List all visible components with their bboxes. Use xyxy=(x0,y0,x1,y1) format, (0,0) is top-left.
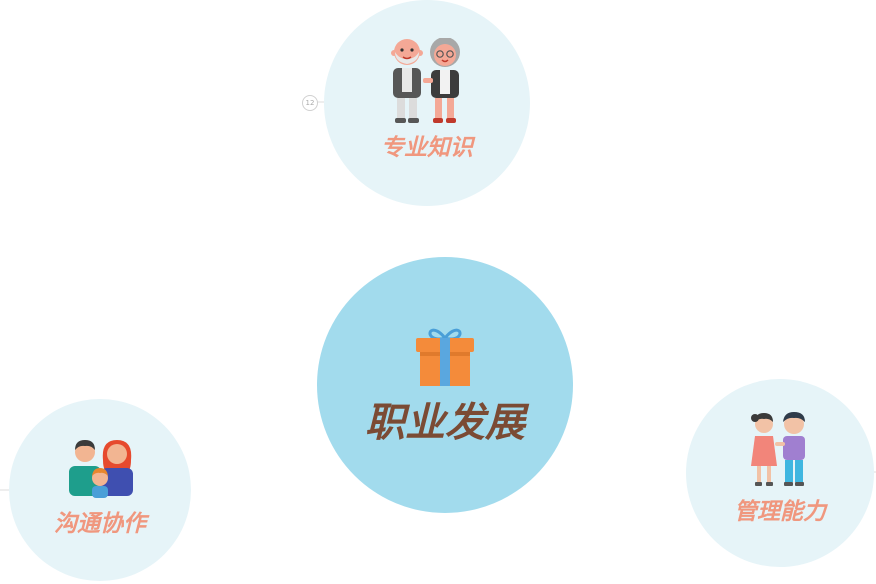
node-career-development[interactable]: 职业发展 xyxy=(317,257,573,513)
node-label: 管理能力 xyxy=(734,499,826,525)
center-title: 职业发展 xyxy=(365,400,525,446)
node-professional-knowledge[interactable]: 专业知识 xyxy=(324,0,530,206)
elderly-couple-icon xyxy=(391,38,460,123)
young-couple-icon xyxy=(751,412,805,486)
gift-icon xyxy=(416,328,474,386)
node-management-ability[interactable]: 管理能力 xyxy=(686,379,874,567)
node-badge: 12 xyxy=(302,95,318,111)
node-label: 沟通协作 xyxy=(54,511,146,537)
family-icon xyxy=(69,440,133,498)
node-communication-collaboration[interactable]: 沟通协作 xyxy=(9,399,191,581)
node-label: 专业知识 xyxy=(381,135,473,161)
